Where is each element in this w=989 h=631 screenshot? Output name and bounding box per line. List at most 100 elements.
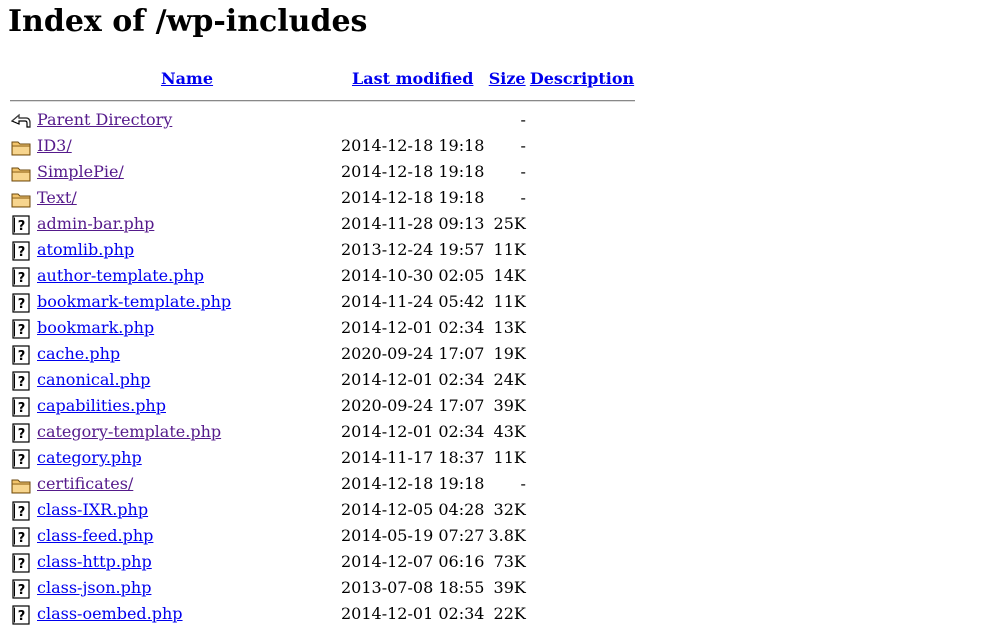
- header-description: Description: [529, 66, 635, 90]
- file-link[interactable]: cache.php: [37, 344, 120, 363]
- file-link[interactable]: class-oembed.php: [37, 604, 183, 623]
- table-row: ? cache.php 2020-09-24 17:07 19K: [10, 342, 635, 366]
- file-link[interactable]: certificates/: [37, 474, 133, 493]
- file-link[interactable]: class-IXR.php: [37, 500, 148, 519]
- file-link[interactable]: bookmark.php: [37, 318, 154, 337]
- row-name-cell: certificates/: [36, 472, 338, 496]
- header-separator: [10, 92, 636, 106]
- row-icon-cell: [10, 186, 34, 210]
- row-description: [529, 576, 635, 600]
- table-row: ? bookmark-template.php 2014-11-24 05:42 11…: [10, 290, 635, 314]
- row-last-modified: 2014-12-01 02:34: [341, 422, 485, 441]
- file-link[interactable]: admin-bar.php: [37, 214, 154, 233]
- file-link[interactable]: atomlib.php: [37, 240, 134, 259]
- table-row: ? admin-bar.php 2014-11-28 09:13 25K: [10, 212, 635, 236]
- row-icon-cell: ?: [10, 420, 34, 444]
- row-description: [529, 238, 635, 262]
- row-name-cell: author-template.php: [36, 264, 338, 288]
- svg-text:?: ?: [18, 323, 26, 338]
- file-link[interactable]: SimplePie/: [37, 162, 124, 181]
- row-name-cell: class-IXR.php: [36, 498, 338, 522]
- unknown-file-icon: ?: [11, 604, 31, 625]
- row-description: [529, 108, 635, 132]
- file-link[interactable]: bookmark-template.php: [37, 292, 231, 311]
- row-size: -: [520, 474, 526, 493]
- row-name-cell: capabilities.php: [36, 394, 338, 418]
- row-size: 73K: [493, 552, 526, 571]
- row-description: [529, 472, 635, 496]
- row-icon-cell: ?: [10, 446, 34, 470]
- row-icon-cell: ?: [10, 602, 34, 626]
- row-size: 32K: [493, 500, 526, 519]
- folder-icon: [11, 137, 31, 157]
- folder-icon: [11, 163, 31, 183]
- row-size: -: [520, 110, 526, 129]
- row-name-cell: class-feed.php: [36, 524, 338, 548]
- row-description: [529, 160, 635, 184]
- row-size: 22K: [493, 604, 526, 623]
- row-last-modified: 2013-12-24 19:57: [341, 240, 485, 259]
- header-size: Size: [487, 66, 526, 90]
- file-link[interactable]: Text/: [37, 188, 77, 207]
- row-icon-cell: ?: [10, 394, 34, 418]
- row-description: [529, 498, 635, 522]
- file-link[interactable]: class-json.php: [37, 578, 151, 597]
- file-link[interactable]: capabilities.php: [37, 396, 166, 415]
- file-link[interactable]: author-template.php: [37, 266, 204, 285]
- row-size: -: [520, 162, 526, 181]
- table-row: ? class-http.php 2014-12-07 06:16 73K: [10, 550, 635, 574]
- row-icon-cell: ?: [10, 264, 34, 288]
- svg-text:?: ?: [18, 297, 26, 312]
- row-size: -: [520, 188, 526, 207]
- unknown-file-icon: ?: [11, 240, 31, 261]
- row-size: 19K: [493, 344, 526, 363]
- file-link[interactable]: class-feed.php: [37, 526, 153, 545]
- file-link[interactable]: category-template.php: [37, 422, 221, 441]
- row-last-modified: 2014-12-07 06:16: [341, 552, 485, 571]
- row-size: 25K: [493, 214, 526, 233]
- sort-by-name-link[interactable]: Name: [161, 69, 213, 88]
- file-link[interactable]: Parent Directory: [37, 110, 172, 129]
- row-description: [529, 316, 635, 340]
- sort-by-last-modified-link[interactable]: Last modified: [352, 69, 473, 88]
- table-row: ? author-template.php 2014-10-30 02:05 14K: [10, 264, 635, 288]
- unknown-file-icon: ?: [11, 526, 31, 547]
- table-row: Parent Directory -: [10, 108, 635, 132]
- table-row: ? class-oembed.php 2014-12-01 02:34 22K: [10, 602, 635, 626]
- directory-listing-table: Name Last modified Size Description Pare…: [8, 64, 637, 628]
- sort-by-description-link[interactable]: Description: [530, 69, 634, 88]
- row-last-modified: 2020-09-24 17:07: [341, 344, 485, 363]
- row-description: [529, 264, 635, 288]
- file-link[interactable]: canonical.php: [37, 370, 150, 389]
- header-name: Name: [36, 66, 338, 90]
- row-description: [529, 524, 635, 548]
- row-last-modified: 2014-12-05 04:28: [341, 500, 485, 519]
- svg-text:?: ?: [18, 375, 26, 390]
- file-link[interactable]: category.php: [37, 448, 142, 467]
- unknown-file-icon: ?: [11, 552, 31, 573]
- table-row: Text/2014-12-18 19:18 -: [10, 186, 635, 210]
- svg-text:?: ?: [18, 531, 26, 546]
- row-icon-cell: ?: [10, 576, 34, 600]
- row-size: 43K: [493, 422, 526, 441]
- row-name-cell: category-template.php: [36, 420, 338, 444]
- table-row: ? class-json.php 2013-07-08 18:55 39K: [10, 576, 635, 600]
- row-icon-cell: ?: [10, 498, 34, 522]
- sort-by-size-link[interactable]: Size: [489, 69, 526, 88]
- file-link[interactable]: ID3/: [37, 136, 72, 155]
- row-last-modified: 2014-11-28 09:13: [341, 214, 485, 233]
- unknown-file-icon: ?: [11, 344, 31, 365]
- row-size: 14K: [493, 266, 526, 285]
- svg-text:?: ?: [18, 401, 26, 416]
- row-name-cell: class-http.php: [36, 550, 338, 574]
- row-icon-cell: [10, 160, 34, 184]
- table-row: ? canonical.php 2014-12-01 02:34 24K: [10, 368, 635, 392]
- row-last-modified: 2014-05-19 07:27: [341, 526, 485, 545]
- row-name-cell: class-json.php: [36, 576, 338, 600]
- table-row: ? bookmark.php 2014-12-01 02:34 13K: [10, 316, 635, 340]
- svg-text:?: ?: [18, 609, 26, 624]
- row-last-modified: 2020-09-24 17:07: [341, 396, 485, 415]
- file-link[interactable]: class-http.php: [37, 552, 152, 571]
- row-icon-cell: [10, 472, 34, 496]
- table-row: ? atomlib.php 2013-12-24 19:57 11K: [10, 238, 635, 262]
